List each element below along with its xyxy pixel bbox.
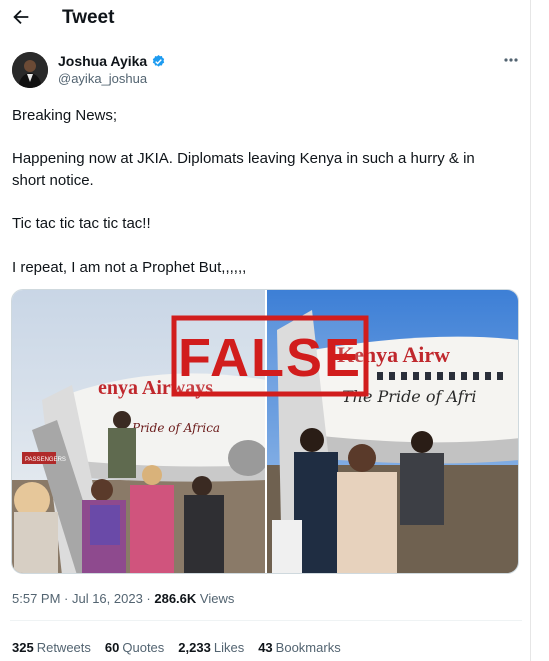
author-name[interactable]: Joshua Ayika — [58, 53, 166, 69]
retweets-count[interactable]: 325 — [12, 640, 34, 655]
tweet-text-line: Tic tac tic tac tic tac!! — [12, 215, 151, 232]
back-arrow-icon[interactable] — [10, 6, 32, 28]
avatar[interactable] — [12, 52, 48, 88]
quotes-stat[interactable]: 60 Quotes — [105, 640, 164, 655]
tweet-text-line: I repeat, I am not a Prophet But,,,,,, — [12, 259, 247, 276]
stamp-text: FALSE — [178, 328, 362, 388]
livery-text: Pride of Africa — [131, 421, 220, 435]
bookmarks-label[interactable]: Bookmarks — [276, 640, 341, 655]
tweet-text-line: Happening now at JKIA. Diplomats leaving… — [12, 150, 475, 167]
views-label: Views — [199, 591, 235, 606]
author-name-text[interactable]: Joshua Ayika — [58, 53, 147, 69]
retweets-label[interactable]: Retweets — [37, 640, 91, 655]
sign-text: PASSENGERS — [25, 457, 66, 463]
author-handle[interactable]: @ayika_joshua — [58, 71, 147, 86]
timestamp[interactable]: 5:57 PM · Jul 16, 2023 · — [12, 591, 154, 606]
page-title: Tweet — [62, 7, 115, 28]
tweet-text-line: short notice. — [12, 172, 94, 189]
tweet-media-image[interactable]: enya Airways Pride of Africa PASSENGERS — [11, 289, 519, 574]
retweets-stat[interactable]: 325 Retweets — [12, 640, 91, 655]
tweet-text-line: Breaking News; — [12, 107, 118, 124]
quotes-label[interactable]: Quotes — [122, 640, 164, 655]
tweet-panel: Tweet Joshua Ayika @ayika_joshua Breakin… — [0, 0, 531, 661]
divider — [10, 620, 522, 621]
quotes-count[interactable]: 60 — [105, 640, 119, 655]
likes-count[interactable]: 2,233 — [178, 640, 211, 655]
tweet-meta: 5:57 PM · Jul 16, 2023 · 286.6K Views — [12, 591, 234, 606]
false-stamp: FALSE — [171, 315, 369, 397]
more-options-icon[interactable] — [500, 52, 522, 68]
verified-badge-icon — [153, 54, 165, 67]
bookmarks-stat[interactable]: 43 Bookmarks — [258, 640, 341, 655]
likes-stat[interactable]: 2,233 Likes — [178, 640, 244, 655]
likes-label[interactable]: Likes — [214, 640, 244, 655]
engagement-stats: 325 Retweets 60 Quotes 2,233 Likes 43 Bookma… — [12, 640, 341, 655]
bookmarks-count[interactable]: 43 — [258, 640, 272, 655]
tweet-header: Tweet — [0, 0, 531, 36]
views-count: 286.6K — [154, 591, 197, 606]
